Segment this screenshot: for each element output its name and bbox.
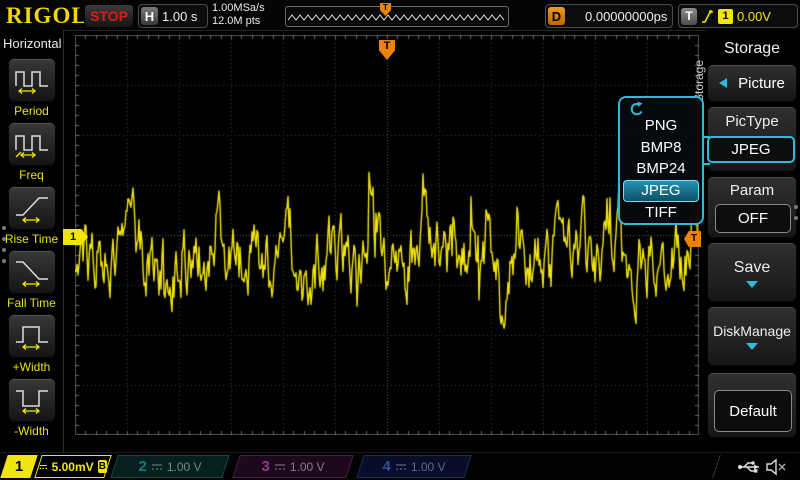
channel3-tab[interactable]: 3 1.00 V: [232, 455, 353, 478]
trigger-badge: T: [681, 8, 697, 25]
coupling-dc-icon: [395, 462, 407, 472]
right-softkey-menu: Storage Storage Picture PicType JPEG Par…: [705, 30, 800, 452]
freq-icon: [15, 129, 49, 159]
horizontal-badge: H: [141, 7, 158, 25]
delay-value: 0.00000000ps: [585, 9, 667, 24]
popup-item-png[interactable]: PNG: [620, 115, 702, 137]
popup-item-bmp24[interactable]: BMP24: [620, 158, 702, 180]
pictype-popup: PNG BMP8 BMP24 JPEG TIFF: [618, 96, 704, 225]
left-menu-item-fall-time[interactable]: Fall Time: [0, 250, 63, 310]
trigger-box: T 1 0.00V: [678, 4, 798, 28]
left-menu-item-freq[interactable]: Freq: [0, 122, 63, 182]
channel1-scale[interactable]: 5.00mV B: [34, 455, 111, 478]
popup-item-tiff[interactable]: TIFF: [620, 202, 702, 224]
trigger-source-badge: 1: [718, 9, 733, 24]
left-menu-item-period[interactable]: Period: [0, 58, 63, 118]
nwidth-icon: [15, 385, 49, 415]
speaker-muted-icon: [765, 458, 789, 476]
usb-icon: [737, 459, 763, 475]
right-menu-page-dots: [794, 205, 798, 220]
fall-time-icon: [15, 257, 49, 287]
param-button[interactable]: Param OFF: [707, 176, 797, 238]
left-menu-item-rise-time[interactable]: Rise Time: [0, 186, 63, 246]
rise-time-icon: [15, 193, 49, 223]
channel2-tab[interactable]: 2 1.00 V: [110, 455, 229, 478]
default-value-box: Default: [714, 390, 792, 432]
pwidth-icon: [15, 321, 49, 351]
memory-depth: 12.0M pts: [212, 15, 265, 28]
preview-waveform-icon: [288, 11, 506, 23]
period-icon: [15, 65, 49, 95]
period-button[interactable]: [8, 58, 56, 102]
trigger-slope-icon: [701, 9, 714, 24]
coupling-dc-icon: [39, 462, 48, 472]
right-menu-title: Storage: [707, 40, 797, 58]
delay-box: D 0.00000000ps: [545, 4, 673, 28]
save-button[interactable]: Save: [707, 242, 797, 302]
rigol-logo: RIGOL: [6, 3, 88, 29]
delay-badge: D: [548, 7, 565, 25]
coupling-dc-icon: [274, 462, 286, 472]
timebase-value: 1.00 s: [162, 9, 197, 24]
top-status-bar: RIGOL STOP H 1.00 s 1.00MSa/s 12.0M pts …: [0, 0, 800, 31]
popup-item-jpeg-selected[interactable]: JPEG: [623, 180, 699, 202]
waveform-display[interactable]: [75, 35, 699, 435]
down-arrow-icon: [746, 343, 758, 350]
freq-button[interactable]: [8, 122, 56, 166]
pictype-button[interactable]: PicType JPEG: [707, 106, 797, 172]
sample-rate: 1.00MSa/s: [212, 2, 265, 15]
fall-time-button[interactable]: [8, 250, 56, 294]
channel-status-bar: 1 5.00mV B 2 1.00 V: [0, 452, 800, 480]
diskmanage-button[interactable]: DiskManage: [707, 306, 797, 366]
acquisition-info: 1.00MSa/s 12.0M pts: [212, 2, 265, 28]
param-value-box: OFF: [715, 204, 791, 233]
channel4-tab[interactable]: 4 1.00 V: [356, 455, 471, 478]
bandwidth-limit-badge: B: [98, 460, 107, 473]
oscilloscope-screen: RIGOL STOP H 1.00 s 1.00MSa/s 12.0M pts …: [0, 0, 800, 480]
storage-picture-button[interactable]: Picture: [707, 64, 797, 102]
coupling-dc-icon: [151, 462, 163, 472]
left-menu-item-nwidth[interactable]: -Width: [0, 378, 63, 438]
popup-item-bmp8[interactable]: BMP8: [620, 137, 702, 159]
waveform-preview-bar: T: [285, 6, 509, 27]
left-measure-menu: Horizontal Period Freq: [0, 30, 64, 452]
default-button[interactable]: Default: [707, 372, 797, 438]
left-menu-page-dots: [2, 226, 6, 263]
run-state-indicator: STOP: [84, 4, 134, 28]
nwidth-button[interactable]: [8, 378, 56, 422]
horizontal-timebase-box: H 1.00 s: [138, 4, 208, 28]
status-divider: [712, 455, 720, 478]
pwidth-button[interactable]: [8, 314, 56, 358]
trigger-level-value: 0.00V: [737, 9, 771, 24]
down-arrow-icon: [746, 281, 758, 288]
left-menu-item-pwidth[interactable]: +Width: [0, 314, 63, 374]
channel1-tab[interactable]: 1: [0, 455, 37, 478]
pictype-value-box: JPEG: [707, 136, 795, 163]
rise-time-button[interactable]: [8, 186, 56, 230]
left-menu-title: Horizontal: [3, 36, 62, 51]
left-arrow-icon: [719, 78, 727, 88]
